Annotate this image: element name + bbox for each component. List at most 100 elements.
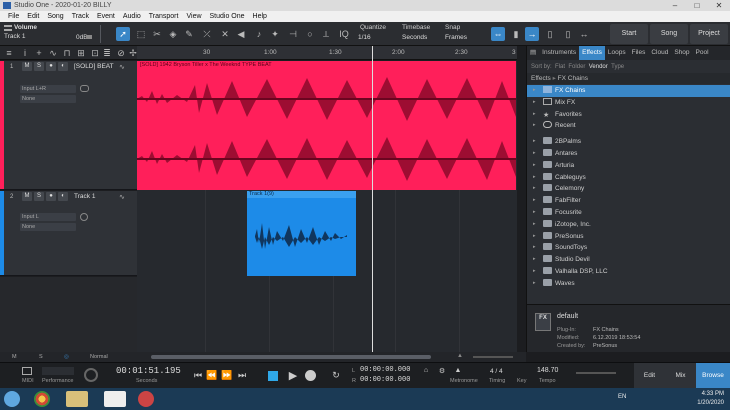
list-item[interactable]: ▸ ★ Favorites [527,109,730,121]
midi-keyboard-icon[interactable] [22,367,32,375]
metronome-settings-icon[interactable]: ⚙ [436,367,448,375]
monitor-icon[interactable]: ◐ [58,192,68,201]
menu-file[interactable]: File [4,11,23,22]
browser-icon[interactable]: ▯ [561,27,575,41]
go-to-end-icon[interactable]: ⏭ [236,370,248,381]
split-tool-icon[interactable]: ✂ [150,27,164,41]
play-button[interactable]: ▶ [287,369,299,382]
song-page-button[interactable]: Song [650,24,688,44]
list-item[interactable]: ▸ Focusrite [527,207,730,219]
precount-icon[interactable]: ⌂ [420,367,432,374]
link-icon[interactable]: ◎ [64,352,69,362]
tab-cloud[interactable]: Cloud [648,46,671,60]
list-item[interactable]: ▸ FabFilter [527,195,730,207]
crumb-root[interactable]: Effects [531,75,551,82]
timing-value[interactable]: 4 / 4 [490,368,503,375]
arrow-tool-icon[interactable]: ➚ [116,27,130,41]
bend-tool-icon[interactable]: ⤫ [200,27,214,41]
global-solo[interactable]: S [39,352,43,362]
list-item[interactable]: ▸ Waves [527,278,730,290]
tab-effects[interactable]: Effects [579,46,605,60]
input-select[interactable]: Input L+R [20,85,76,93]
record-arm-icon[interactable]: ● [46,192,56,201]
automation-icon[interactable]: ⊣ [286,27,300,41]
list-item[interactable]: ▸ iZotope, Inc. [527,219,730,231]
iq-quantize-icon[interactable]: IQ [337,27,351,41]
menu-track[interactable]: Track [68,11,93,22]
transform-tool-icon[interactable]: ⟂ [319,27,333,41]
browse-button[interactable]: Browse [696,363,730,389]
list-item[interactable]: ▸ Cableguys [527,172,730,184]
time-display[interactable]: 00:01:51.195 [116,366,181,376]
info-icon[interactable]: i [18,46,32,60]
project-page-button[interactable]: Project [690,24,728,44]
language-indicator[interactable]: EN [618,394,626,400]
loop-right-time[interactable]: 00:00:00.000 [360,376,410,384]
list-item[interactable]: ▸ Antares [527,148,730,160]
arrange-icon[interactable]: ↔ [577,27,591,41]
tab-files[interactable]: Files [629,46,649,60]
toggle-icon[interactable] [80,85,89,92]
list-item[interactable]: ▸ FX Chains [527,85,730,97]
audio-clip-track1[interactable]: Track 1(9) [247,191,356,276]
crumb-leaf[interactable]: FX Chains [558,75,588,82]
tab-instruments[interactable]: Instruments [539,46,579,60]
list-item[interactable]: ▸ Studio Devil [527,254,730,266]
solo-button[interactable]: S [34,192,44,201]
folder-view-icon[interactable]: ⊓ [60,46,74,60]
mixer-toggle-icon[interactable]: → [525,27,539,41]
track-header-1[interactable]: 1 M S ● ◐ [SOLD] BEAT ∿ Input L+R None [0,61,137,190]
tab-pool[interactable]: Pool [693,46,712,60]
mute-button[interactable]: M [22,62,32,71]
listen-tool-icon[interactable]: ◀ [234,27,248,41]
mix-button[interactable]: Mix [665,363,696,389]
add-track-icon[interactable]: + [32,46,46,60]
automation-view-icon[interactable]: ∿ [46,46,60,60]
volume-slider[interactable] [576,372,616,374]
minimize-button[interactable]: – [664,0,686,11]
list-item[interactable]: ▸ PreSonus [527,231,730,243]
sort-folder[interactable]: Folder [568,64,585,70]
loop-icon[interactable]: ↻ [330,370,342,381]
snap-select[interactable]: Frames [445,34,467,41]
h-scroll-track[interactable]: ▲ [137,352,526,362]
bend-marker-icon[interactable]: ✦ [268,27,282,41]
record-button[interactable] [305,370,316,381]
menu-studio-one[interactable]: Studio One [206,11,249,22]
menu-view[interactable]: View [182,11,205,22]
track-mode-select[interactable]: Normal [90,352,108,362]
solo-button[interactable]: S [34,62,44,71]
go-to-start-icon[interactable]: ⏮ [192,370,204,381]
input-monitor-icon[interactable] [80,213,88,221]
timebase-select[interactable]: Seconds [402,34,427,41]
audio-clip-beat[interactable]: [SOLD] 1942 Bryson Tiller x The Weeknd T… [137,61,516,190]
track-name[interactable]: [SOLD] BEAT [74,63,114,70]
input-select[interactable]: Input L [20,213,76,221]
mute-tool-icon[interactable]: ✕ [218,27,232,41]
start-button[interactable] [4,391,20,407]
track-name[interactable]: Track 1 [74,193,95,200]
system-clock[interactable]: 4:33 PM 1/20/2020 [697,390,724,408]
snap-toggle-icon[interactable]: ⇔ [491,27,505,41]
list-item[interactable]: ▸ Recent [527,120,730,132]
start-page-button[interactable]: Start [610,24,648,44]
mute-button[interactable]: M [22,192,32,201]
sort-type[interactable]: Type [611,64,624,70]
tab-menu-icon[interactable]: ▤ [527,46,539,60]
explorer-icon[interactable] [66,391,88,407]
fast-forward-icon[interactable]: ⏩ [221,370,233,381]
studio-one-taskbar-icon[interactable] [138,391,154,407]
menu-song[interactable]: Song [43,11,67,22]
list-item[interactable]: ▸ SoundToys [527,242,730,254]
range-tool-icon[interactable]: ⬚ [134,27,148,41]
edit-button[interactable]: Edit [634,363,665,389]
menu-transport[interactable]: Transport [145,11,183,22]
h-scrollbar-thumb[interactable] [151,355,431,359]
quantize-select[interactable]: 1/16 [358,34,371,41]
mix-icon[interactable]: ⊞ [74,46,88,60]
inspector-icon[interactable]: ▯ [543,27,557,41]
eraser-tool-icon[interactable]: ◈ [166,27,180,41]
close-button[interactable]: ✕ [708,0,730,11]
list-item[interactable]: ▸ Mix FX [527,97,730,109]
sync-icon[interactable] [84,368,98,382]
